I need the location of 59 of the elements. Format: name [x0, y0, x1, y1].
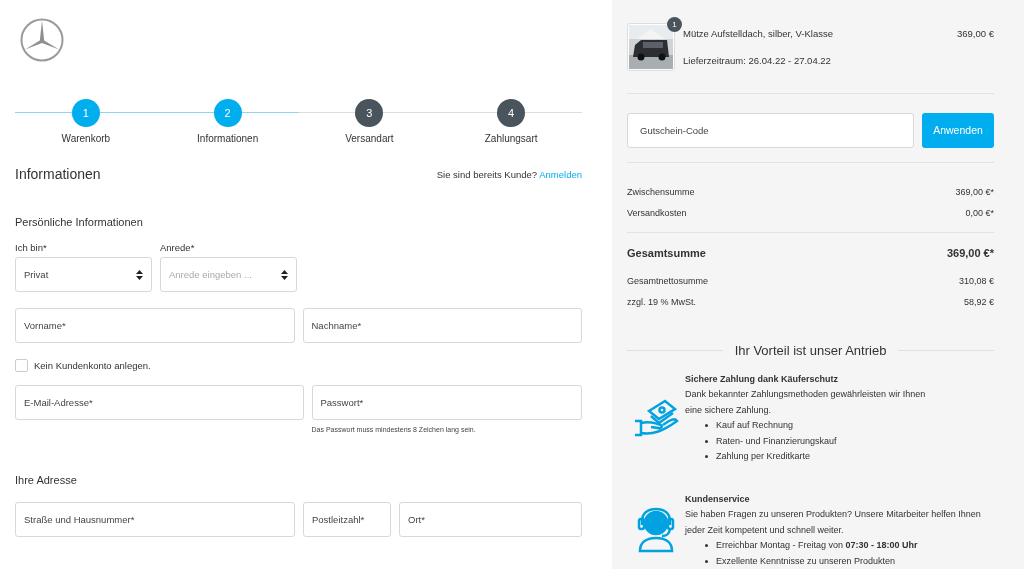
section-heading: Ihre Adresse	[15, 474, 78, 486]
step-label: Warenkorb	[61, 133, 111, 144]
summary-label: Zwischensumme	[627, 185, 695, 199]
summary-value: 369,00 €*	[955, 185, 994, 199]
total-value: 369,00 €*	[946, 245, 994, 261]
page-title: Informationen	[15, 166, 101, 182]
benefit-text: Dank bekannter Zahlungsmethoden gewährleisten wir Ihnen	[685, 388, 926, 401]
step-number[interactable]: 3	[355, 99, 384, 127]
summary-value: 0,00 €*	[965, 206, 994, 220]
product-name: Mütze Aufstelldach, silber, V-Klasse	[683, 28, 834, 39]
input-field[interactable]: Vorname*	[15, 308, 295, 343]
input-field[interactable]: Nachname*	[302, 308, 582, 343]
bullet-text: Kauf auf Rechnung	[716, 419, 794, 432]
coupon-field[interactable]: Gutschein-Code	[627, 112, 914, 148]
checkbox-label: Kein Kundenkonto anlegen.	[34, 360, 151, 371]
summary-label: Gesamtnettosumme	[627, 274, 709, 288]
input-field[interactable]: Postleitzahl*	[303, 502, 391, 537]
input-field[interactable]: Straße und Hausnummer*	[15, 502, 295, 537]
headset-person-icon	[636, 507, 676, 554]
bullet-icon	[705, 559, 708, 563]
total-label: Gesamtsumme	[627, 245, 706, 261]
benefits-heading: Ihr Vorteil ist unser Antrieb	[734, 342, 887, 358]
benefit-title: Kundenservice	[685, 492, 751, 506]
email-field[interactable]: E-Mail-Adresse*	[15, 385, 304, 420]
quantity-badge: 1	[667, 17, 682, 32]
summary-value: 310,08 €	[958, 274, 994, 288]
field-label: Ich bin*	[15, 242, 48, 253]
step-label: Informationen	[197, 133, 259, 144]
password-field[interactable]: Passwort*	[311, 385, 582, 420]
step-number[interactable]: 4	[497, 99, 526, 127]
sort-arrows-icon	[136, 269, 143, 280]
benefit-title: Sichere Zahlung dank Käuferschutz	[685, 372, 840, 386]
step-label: Versandart	[345, 133, 394, 144]
product-price: 369,00 €	[957, 28, 994, 39]
bullet-text: Erreichbar Montag - Freitag von 07:30 - 18:00 Uhr	[716, 539, 918, 552]
bullet-text: Exzellente Kenntnisse zu unseren Produkten	[716, 554, 896, 568]
bullet-text: Zahlung per Kreditkarte	[716, 450, 811, 463]
step-label: Zahlungsart	[484, 133, 538, 144]
bullet-icon	[705, 439, 708, 443]
star-logo-icon	[20, 18, 64, 62]
summary-value: 58,92 €	[963, 295, 994, 309]
hand-money-icon	[633, 399, 679, 437]
sort-arrows-icon	[281, 269, 288, 280]
login-prompt: Sie sind bereits Kunde?	[436, 168, 538, 180]
delivery-period: Lieferzeitraum: 26.04.22 - 27.04.22	[683, 55, 832, 66]
benefit-text: eine sichere Zahlung.	[685, 403, 773, 417]
benefit-text: Sie haben Fragen zu unseren Produkten? Unsere Mitarbeiter helfen Ihnen	[685, 508, 981, 521]
bullet-icon	[705, 455, 708, 459]
bullet-text: Raten- und Finanzierungskauf	[716, 434, 837, 448]
bullet-icon	[705, 544, 708, 548]
summary-label: zzgl. 19 % MwSt.	[627, 295, 697, 309]
input-field[interactable]: Ort*	[399, 502, 582, 537]
summary-label: Versandkosten	[627, 206, 687, 220]
section-heading: Persönliche Informationen	[15, 216, 144, 228]
checkbox[interactable]	[15, 359, 28, 372]
bullet-icon	[705, 424, 708, 428]
field-label: Anrede*	[160, 242, 196, 253]
select-field[interactable]: Privat	[15, 257, 152, 292]
benefit-text: jeder Zeit kompetent und schnell weiter.	[685, 523, 845, 537]
